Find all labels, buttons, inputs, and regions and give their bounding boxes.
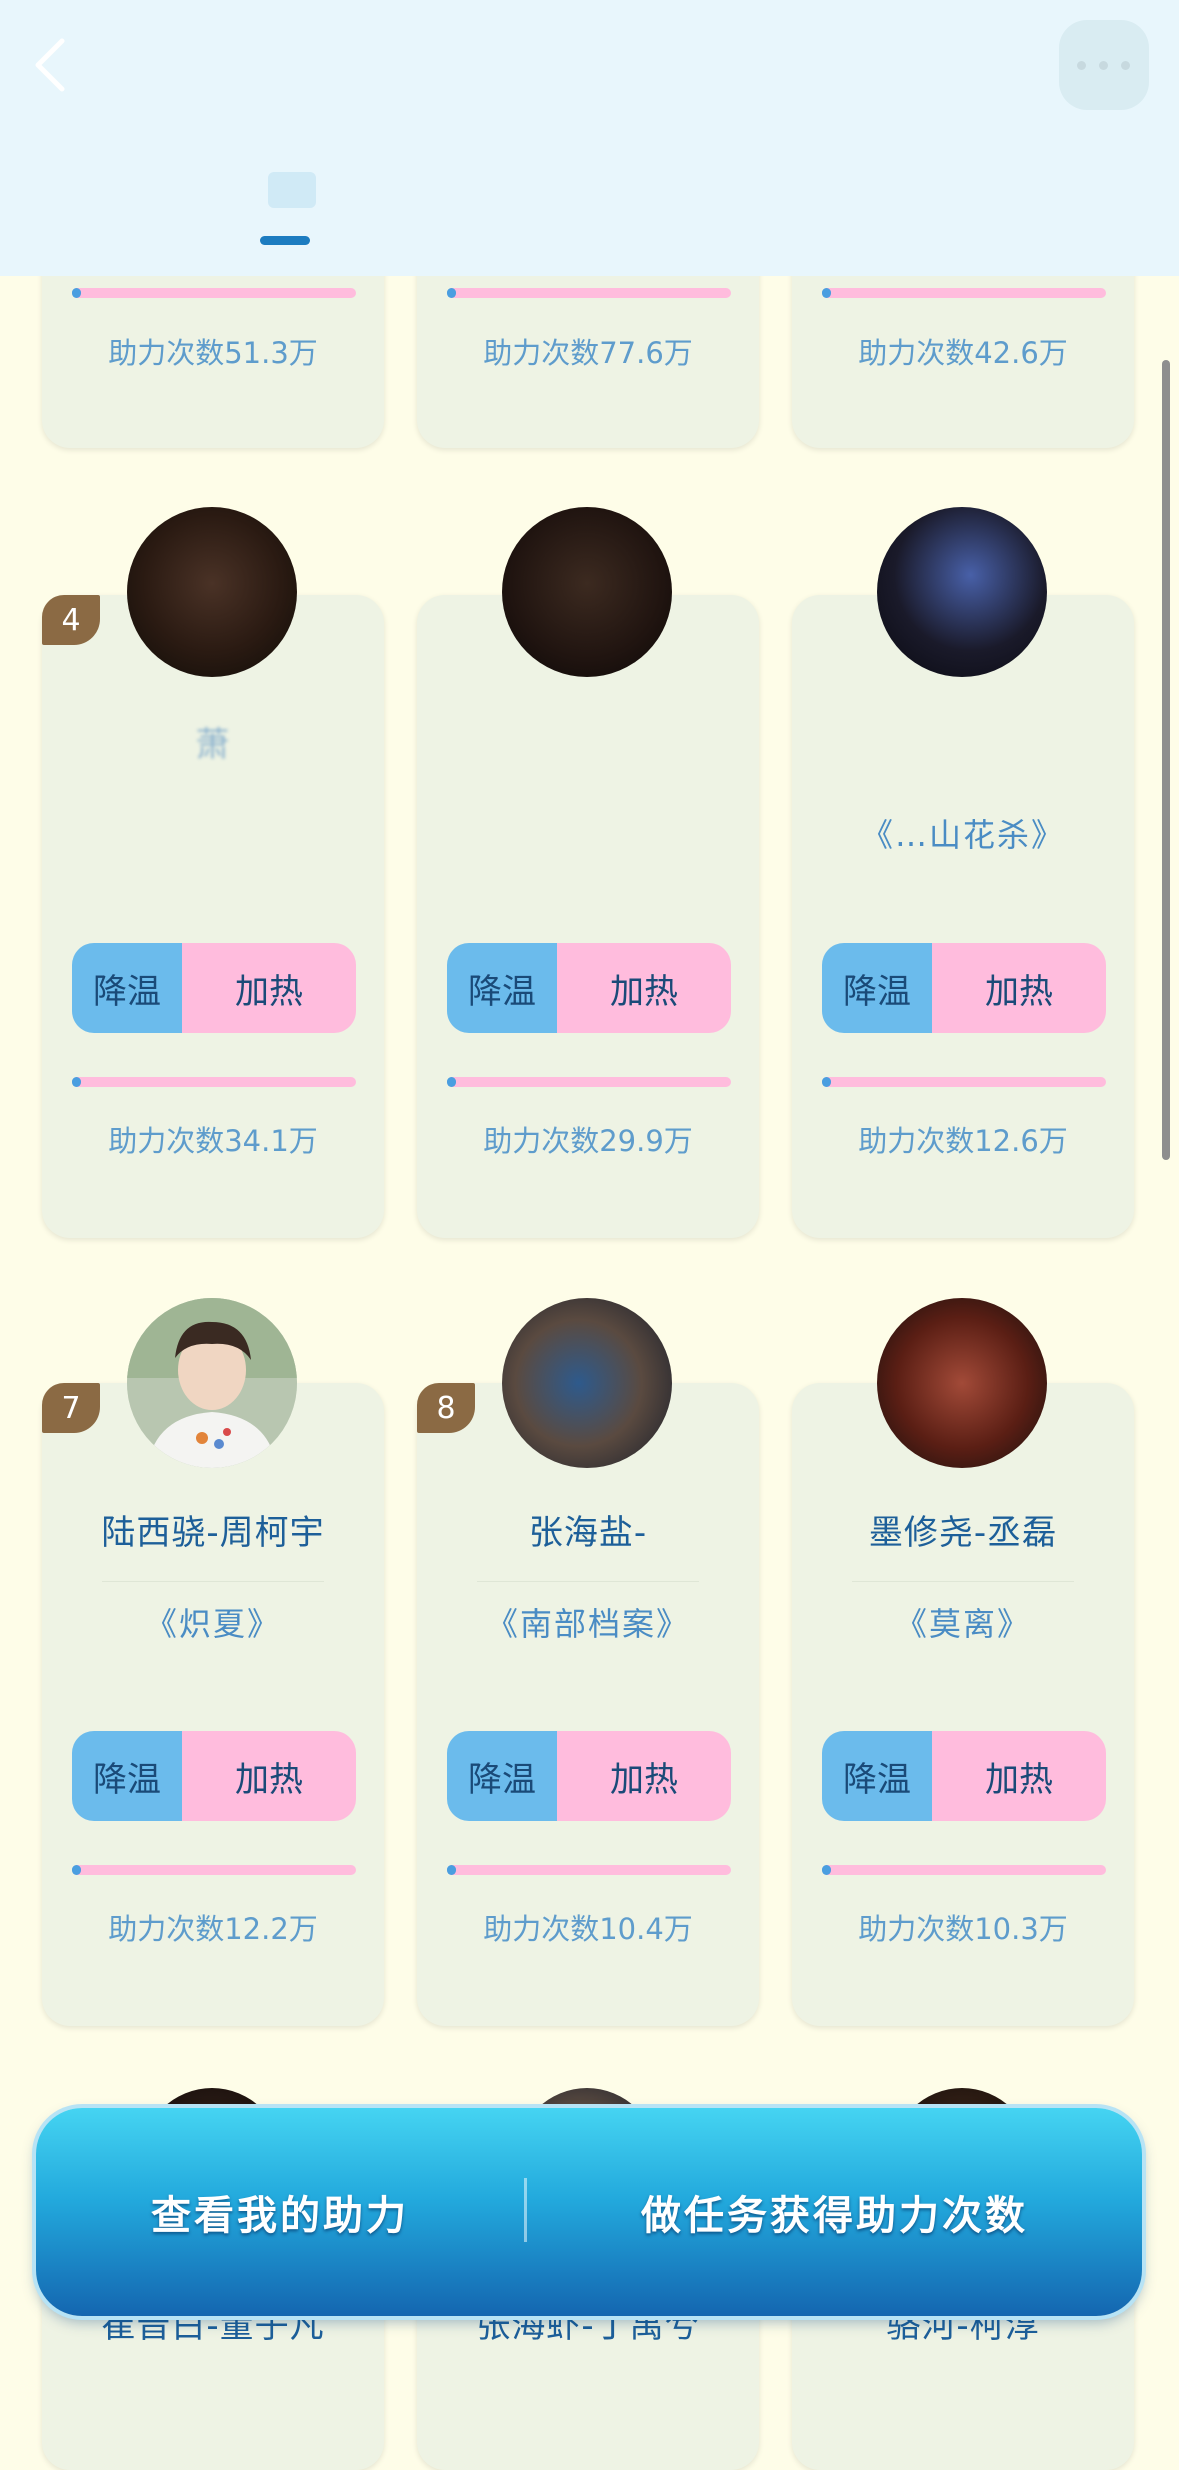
candidate-avatar[interactable] [127, 507, 297, 677]
candidate-card: 《…山花杀》 降温 加热 助力次数12.6万 [792, 595, 1134, 1238]
dot-icon [1121, 61, 1130, 70]
progress-fill [72, 288, 81, 298]
heat-up-button[interactable]: 加热 [557, 1731, 731, 1821]
view-my-support-button[interactable]: 查看我的助力 [36, 2108, 524, 2316]
progress-fill [822, 288, 831, 298]
support-count: 助力次数34.1万 [108, 1124, 318, 1158]
active-tab-indicator [260, 236, 310, 245]
vote-buttons: 降温 加热 [447, 1731, 731, 1821]
heat-up-button[interactable]: 加热 [182, 1731, 356, 1821]
candidate-card: 7 陆西骁-周柯宇 《炽夏》 降温 加热 助力次数12.2万 [42, 1383, 384, 2026]
candidate-avatar[interactable] [877, 507, 1047, 677]
vote-buttons: 降温 加热 [447, 943, 731, 1033]
support-count: 助力次数51.3万 [108, 336, 318, 370]
heat-up-button[interactable]: 加热 [182, 943, 356, 1033]
progress-bar [822, 288, 1106, 298]
progress-fill [447, 1077, 456, 1087]
cool-down-button[interactable]: 降温 [822, 943, 932, 1033]
support-count: 助力次数12.6万 [858, 1124, 1068, 1158]
progress-fill [447, 288, 456, 298]
support-count: 助力次数29.9万 [483, 1124, 693, 1158]
candidate-avatar[interactable] [127, 1298, 297, 1468]
vote-buttons: 降温 加热 [822, 1731, 1106, 1821]
progress-bar [72, 288, 356, 298]
cool-down-button[interactable]: 降温 [72, 943, 182, 1033]
support-count: 助力次数12.2万 [108, 1912, 318, 1946]
heat-up-button[interactable]: 加热 [932, 943, 1106, 1033]
divider [102, 1581, 324, 1582]
candidate-avatar[interactable] [502, 1298, 672, 1468]
top-header [0, 0, 1179, 276]
drama-title: 《炽夏》 [144, 1605, 281, 1643]
cool-down-button[interactable]: 降温 [72, 1731, 182, 1821]
progress-bar [72, 1077, 356, 1087]
rank-badge: 7 [42, 1383, 100, 1433]
heat-up-button[interactable]: 加热 [932, 1731, 1106, 1821]
divider [852, 1581, 1074, 1582]
candidate-avatar[interactable] [877, 1298, 1047, 1468]
do-tasks-button[interactable]: 做任务获得助力次数 [527, 2108, 1142, 2316]
candidate-card: 墨修尧-丞磊 《莫离》 降温 加热 助力次数10.3万 [792, 1383, 1134, 2026]
candidate-card: 8 张海盐- 《南部档案》 降温 加热 助力次数10.4万 [417, 1383, 759, 2026]
cool-down-button[interactable]: 降温 [447, 943, 557, 1033]
support-count: 助力次数77.6万 [483, 336, 693, 370]
portrait-photo [127, 1298, 297, 1468]
candidate-name: 陆西骁-周柯宇 [101, 1513, 325, 1553]
cool-down-button[interactable]: 降温 [447, 1731, 557, 1821]
progress-bar [822, 1865, 1106, 1875]
progress-bar [447, 1865, 731, 1875]
candidate-name: 墨修尧-丞磊 [868, 1513, 1058, 1553]
support-count: 助力次数42.6万 [858, 336, 1068, 370]
drama-title: 《…山花杀》 [860, 816, 1065, 854]
dot-icon [1099, 61, 1108, 70]
bottom-action-bar: 查看我的助力 做任务获得助力次数 [36, 2108, 1142, 2316]
vote-buttons: 降温 加热 [822, 943, 1106, 1033]
candidate-name: 萧 [195, 725, 231, 765]
tab-label-placeholder[interactable] [268, 172, 316, 208]
support-count: 助力次数10.3万 [858, 1912, 1068, 1946]
progress-fill [72, 1077, 81, 1087]
candidate-card: 4 萧 降温 加热 助力次数34.1万 [42, 595, 384, 1238]
drama-title: 《莫离》 [894, 1605, 1031, 1643]
progress-bar [72, 1865, 356, 1875]
more-options-button[interactable] [1059, 20, 1149, 110]
cool-down-button[interactable]: 降温 [822, 1731, 932, 1821]
vote-buttons: 降温 加热 [72, 1731, 356, 1821]
candidate-name: 张海盐- [528, 1513, 648, 1553]
candidate-card: 降温 加热 助力次数29.9万 [417, 595, 759, 1238]
progress-fill [822, 1077, 831, 1087]
divider [477, 1581, 699, 1582]
progress-bar [447, 1077, 731, 1087]
rank-badge: 8 [417, 1383, 475, 1433]
progress-fill [72, 1865, 81, 1875]
rank-badge: 4 [42, 595, 100, 645]
progress-bar [822, 1077, 1106, 1087]
progress-fill [822, 1865, 831, 1875]
scrollbar[interactable] [1162, 360, 1170, 1160]
progress-fill [447, 1865, 456, 1875]
dot-icon [1077, 61, 1086, 70]
support-count: 助力次数10.4万 [483, 1912, 693, 1946]
heat-up-button[interactable]: 加热 [557, 943, 731, 1033]
drama-title: 《南部档案》 [485, 1605, 690, 1643]
vote-buttons: 降温 加热 [72, 943, 356, 1033]
candidate-avatar[interactable] [502, 507, 672, 677]
back-arrow-icon[interactable] [30, 35, 70, 95]
progress-bar [447, 288, 731, 298]
